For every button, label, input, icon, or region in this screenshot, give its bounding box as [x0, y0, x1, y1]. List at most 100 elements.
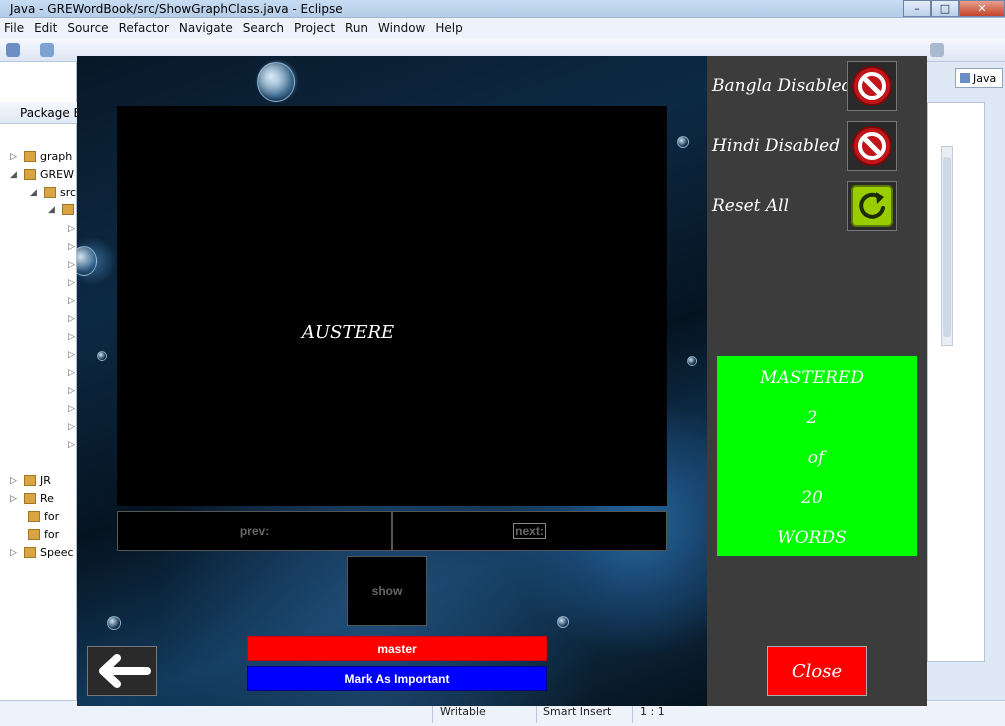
prev-button-label: prev: — [239, 524, 270, 538]
mark-important-label: Mark As Important — [344, 671, 450, 686]
tree-item[interactable]: for — [28, 510, 59, 523]
menu-help[interactable]: Help — [431, 21, 468, 35]
prev-button[interactable]: prev: — [117, 511, 392, 551]
expand-icon[interactable]: ▷ — [68, 332, 75, 342]
show-button[interactable]: show — [347, 556, 427, 626]
open-perspective-icon[interactable] — [930, 43, 944, 57]
tree-item[interactable]: ▷ JR — [10, 474, 51, 487]
expand-icon[interactable]: ▷ — [68, 404, 75, 414]
minimize-button[interactable]: – — [903, 0, 931, 17]
decorative-bubble — [257, 62, 295, 102]
mastered-of: of — [807, 448, 825, 468]
expand-icon[interactable]: ▷ — [68, 386, 75, 396]
mastered-title: MASTERED — [760, 368, 864, 388]
new-project-icon[interactable] — [40, 43, 54, 57]
arrow-left-icon — [99, 654, 151, 688]
window-titlebar: Java - GREWordBook/src/ShowGraphClass.ja… — [0, 0, 1005, 18]
tree-item[interactable]: ◢ GREW — [10, 168, 74, 181]
package-explorer: Package Ex ▷ graph ◢ GREW ◢ src ◢ ▷ ▷ ▷ … — [0, 62, 88, 726]
expand-icon[interactable]: ▷ — [68, 314, 75, 324]
decorative-bubble — [107, 616, 121, 630]
close-button[interactable]: Close — [767, 646, 867, 696]
new-file-icon[interactable] — [6, 43, 20, 57]
file-icon — [28, 529, 40, 540]
word-display: AUSTERE — [117, 106, 667, 506]
library-icon — [24, 493, 36, 504]
flashcard-dialog: AUSTERE prev: next: show master Mark As … — [77, 56, 927, 706]
refresh-icon — [851, 185, 893, 227]
window-title: Java - GREWordBook/src/ShowGraphClass.ja… — [10, 2, 343, 16]
expand-icon[interactable]: ▷ — [68, 296, 75, 306]
hindi-label: Hindi Disabled — [712, 136, 841, 156]
status-writable: Writable — [440, 705, 486, 718]
decorative-bubble — [557, 616, 569, 628]
decorative-bubble — [97, 351, 107, 361]
project-icon — [24, 547, 36, 558]
no-entry-icon — [852, 126, 892, 166]
mastered-counter: MASTERED 2 of 20 WORDS — [717, 356, 917, 556]
menubar: File Edit Source Refactor Navigate Searc… — [0, 18, 1005, 38]
library-icon — [24, 475, 36, 486]
reset-label: Reset All — [712, 196, 790, 216]
menu-run[interactable]: Run — [341, 21, 374, 35]
decorative-bubble — [77, 246, 97, 276]
next-button-label: next: — [513, 523, 546, 539]
tree-item[interactable]: for — [28, 528, 59, 541]
menu-window[interactable]: Window — [374, 21, 431, 35]
menu-search[interactable]: Search — [239, 21, 290, 35]
menu-edit[interactable]: Edit — [30, 21, 63, 35]
expand-icon[interactable]: ▷ — [68, 422, 75, 432]
no-entry-icon — [852, 66, 892, 106]
status-insert-mode: Smart Insert — [543, 705, 612, 718]
menu-source[interactable]: Source — [63, 21, 114, 35]
package-explorer-tab[interactable]: Package Ex — [0, 102, 88, 124]
project-icon — [24, 151, 36, 162]
close-button-label: Close — [791, 660, 843, 682]
expand-icon[interactable]: ▷ — [68, 440, 75, 450]
reset-all-button[interactable] — [847, 181, 897, 231]
project-icon — [24, 169, 36, 180]
bangla-toggle-button[interactable] — [847, 61, 897, 111]
java-perspective-icon — [960, 73, 970, 83]
back-button[interactable] — [87, 646, 157, 696]
master-button-label: master — [377, 641, 417, 656]
tree-item[interactable]: ◢ — [48, 204, 74, 215]
mastered-total: 20 — [801, 488, 823, 508]
tree-item[interactable]: ▷ Speec — [10, 546, 74, 559]
maximize-button[interactable]: □ — [931, 0, 959, 17]
bangla-label: Bangla Disabled — [712, 76, 853, 96]
expand-icon[interactable]: ▷ — [68, 260, 75, 270]
expand-icon[interactable]: ▷ — [68, 278, 75, 288]
window-controls: – □ ✕ — [903, 0, 1005, 17]
outline-scrollbar[interactable] — [941, 146, 953, 346]
file-icon — [28, 511, 40, 522]
menu-project[interactable]: Project — [290, 21, 341, 35]
decorative-bubble — [687, 356, 697, 366]
mastered-count: 2 — [806, 408, 818, 428]
window-close-button[interactable]: ✕ — [959, 0, 1005, 17]
current-word: AUSTERE — [301, 322, 395, 343]
hindi-toggle-button[interactable] — [847, 121, 897, 171]
master-button[interactable]: master — [247, 636, 547, 661]
menu-file[interactable]: File — [0, 21, 30, 35]
tree-item[interactable]: ▷ graph — [10, 150, 72, 163]
expand-icon[interactable]: ▷ — [68, 368, 75, 378]
tree-item[interactable]: ◢ src — [30, 186, 76, 199]
package-icon — [62, 204, 74, 215]
mastered-words: WORDS — [777, 528, 847, 548]
status-position: 1 : 1 — [640, 705, 665, 718]
menu-navigate[interactable]: Navigate — [175, 21, 239, 35]
menu-refactor[interactable]: Refactor — [115, 21, 175, 35]
outline-panel: Java — [927, 62, 1005, 726]
perspective-java-button[interactable]: Java — [955, 68, 1003, 88]
show-button-label: show — [371, 584, 403, 598]
tree-item[interactable]: ▷ Re — [10, 492, 54, 505]
outline-view — [927, 102, 985, 662]
mark-important-button[interactable]: Mark As Important — [247, 666, 547, 691]
expand-icon[interactable]: ▷ — [68, 350, 75, 360]
expand-icon[interactable]: ▷ — [68, 224, 75, 234]
source-folder-icon — [44, 187, 56, 198]
decorative-bubble — [677, 136, 689, 148]
next-button[interactable]: next: — [392, 511, 667, 551]
expand-icon[interactable]: ▷ — [68, 242, 75, 252]
